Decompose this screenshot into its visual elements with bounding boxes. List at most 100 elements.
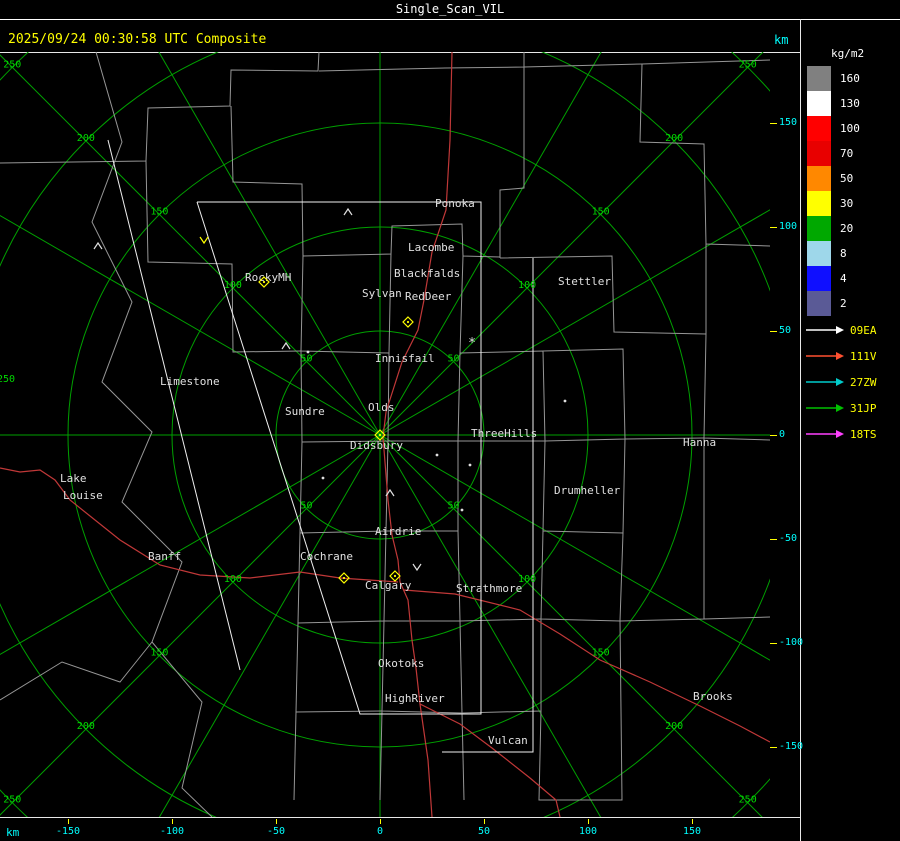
caret-up-marker-icon xyxy=(343,207,353,216)
county-boundary-line xyxy=(523,59,770,68)
scale-entry: 4 xyxy=(807,266,860,291)
city-label: Strathmore xyxy=(456,582,522,595)
bottom-axis-tick-label: -150 xyxy=(55,826,81,837)
scale-color-swatch xyxy=(807,141,831,166)
scale-value-label: 70 xyxy=(840,147,854,160)
ring-distance-label: 200 xyxy=(77,721,95,732)
scale-entry: 2 xyxy=(807,291,860,316)
scale-value-label: 8 xyxy=(840,247,847,260)
ring-distance-label: 250 xyxy=(739,59,757,70)
right-axis-tick xyxy=(770,435,777,436)
bottom-axis-tick xyxy=(691,819,693,824)
right-axis-tick xyxy=(770,539,777,540)
ring-distance-label: 50 xyxy=(448,353,460,364)
city-label: Lake xyxy=(60,472,87,485)
county-boundary-line xyxy=(540,530,624,622)
right-axis-tick-label: 100 xyxy=(779,221,798,232)
bottom-axis-tick-label: 150 xyxy=(682,826,702,837)
scale-value-label: 30 xyxy=(840,197,854,210)
scale-color-swatch xyxy=(807,66,831,91)
county-boundary-line xyxy=(145,160,302,353)
track-arrow-head xyxy=(836,430,844,438)
scale-entry: 100 xyxy=(807,116,860,141)
ring-distance-label: 250 xyxy=(3,795,21,806)
county-boundary-line xyxy=(293,711,297,801)
county-boundary-line xyxy=(499,255,707,335)
county-boundary-line xyxy=(300,253,392,354)
ring-distance-label: 100 xyxy=(518,280,536,291)
county-boundary-line xyxy=(318,52,525,72)
scale-value-label: 4 xyxy=(840,272,847,285)
ring-distance-label: 250 xyxy=(739,795,757,806)
track-entry: 111V xyxy=(804,343,877,369)
dot-marker xyxy=(460,508,464,512)
scale-color-swatch xyxy=(807,216,831,241)
vil-color-scale: 160 130 100 70 50 30 20 8 4 2 xyxy=(807,66,860,316)
scale-color-swatch xyxy=(807,191,831,216)
track-entry: 27ZW xyxy=(804,369,877,395)
right-axis-tick xyxy=(770,747,777,748)
radar-display[interactable]: 5050505010010010010015015015015020020020… xyxy=(0,52,770,817)
city-label: Okotoks xyxy=(378,657,424,670)
bottom-axis-tick-label: -100 xyxy=(159,826,185,837)
scale-color-swatch xyxy=(807,266,831,291)
scale-color-swatch xyxy=(807,291,831,316)
ring-distance-label: 200 xyxy=(77,133,95,144)
right-axis-tick xyxy=(770,227,777,228)
bottom-axis-tick xyxy=(483,819,485,824)
right-axis-unit-label: km xyxy=(774,33,789,47)
dot-marker xyxy=(306,350,310,354)
scale-value-label: 20 xyxy=(840,222,854,235)
track-id-label: 111V xyxy=(850,349,877,363)
city-label: Lacombe xyxy=(408,241,454,254)
city-label: Louise xyxy=(63,489,103,502)
bottom-axis-tick-label: 100 xyxy=(578,826,598,837)
bottom-axis-tick xyxy=(379,819,381,824)
scale-entry: 8 xyxy=(807,241,860,266)
track-entry: 31JP xyxy=(804,395,877,421)
scale-value-label: 160 xyxy=(840,72,860,85)
track-id-label: 31JP xyxy=(850,401,877,415)
highway-line xyxy=(403,589,770,743)
azimuth-spoke xyxy=(0,434,381,655)
county-boundary-line xyxy=(619,438,705,622)
window-title-bar: Single_Scan_VIL xyxy=(0,0,900,20)
bottom-axis-tick xyxy=(275,819,277,824)
city-label: Airdrie xyxy=(375,525,421,538)
caret-down-marker-icon xyxy=(199,236,209,245)
scale-value-label: 130 xyxy=(840,97,860,110)
ring-distance-label: 100 xyxy=(224,574,242,585)
right-axis-tick-label: -100 xyxy=(779,637,804,648)
city-label: Ponoka xyxy=(435,197,475,210)
dot-marker xyxy=(563,399,567,403)
scale-entry: 160 xyxy=(807,66,860,91)
track-arrow-head xyxy=(836,404,844,412)
scale-color-swatch xyxy=(807,91,831,116)
vil-unit-label: kg/m2 xyxy=(831,47,865,60)
county-boundary-line xyxy=(0,52,320,164)
bottom-axis-tick-label: 0 xyxy=(376,826,384,837)
right-axis-tick-label: 0 xyxy=(779,429,786,440)
county-boundary-line xyxy=(499,67,525,258)
county-boundary-line xyxy=(295,622,383,713)
track-arrow-icon xyxy=(806,326,844,334)
ring-distance-label: 250 xyxy=(0,374,15,385)
scale-color-swatch xyxy=(807,116,831,141)
scan-sector-line xyxy=(107,139,241,671)
scale-entry: 70 xyxy=(807,141,860,166)
city-label: Didsbury xyxy=(350,439,403,452)
site-dot xyxy=(262,280,266,284)
right-axis-tick-label: -150 xyxy=(779,741,804,752)
scale-color-swatch xyxy=(807,241,831,266)
track-arrow-head xyxy=(836,326,844,334)
city-label: Olds xyxy=(368,401,395,414)
scale-value-label: 2 xyxy=(840,297,847,310)
city-label: RedDeer xyxy=(405,290,452,303)
ring-distance-label: 250 xyxy=(3,59,21,70)
highway-line xyxy=(0,467,399,583)
right-axis-tick xyxy=(770,123,777,124)
point-markers: * xyxy=(93,207,567,572)
azimuth-spoke xyxy=(158,434,381,817)
dot-marker xyxy=(435,453,439,457)
dot-marker xyxy=(321,476,325,480)
